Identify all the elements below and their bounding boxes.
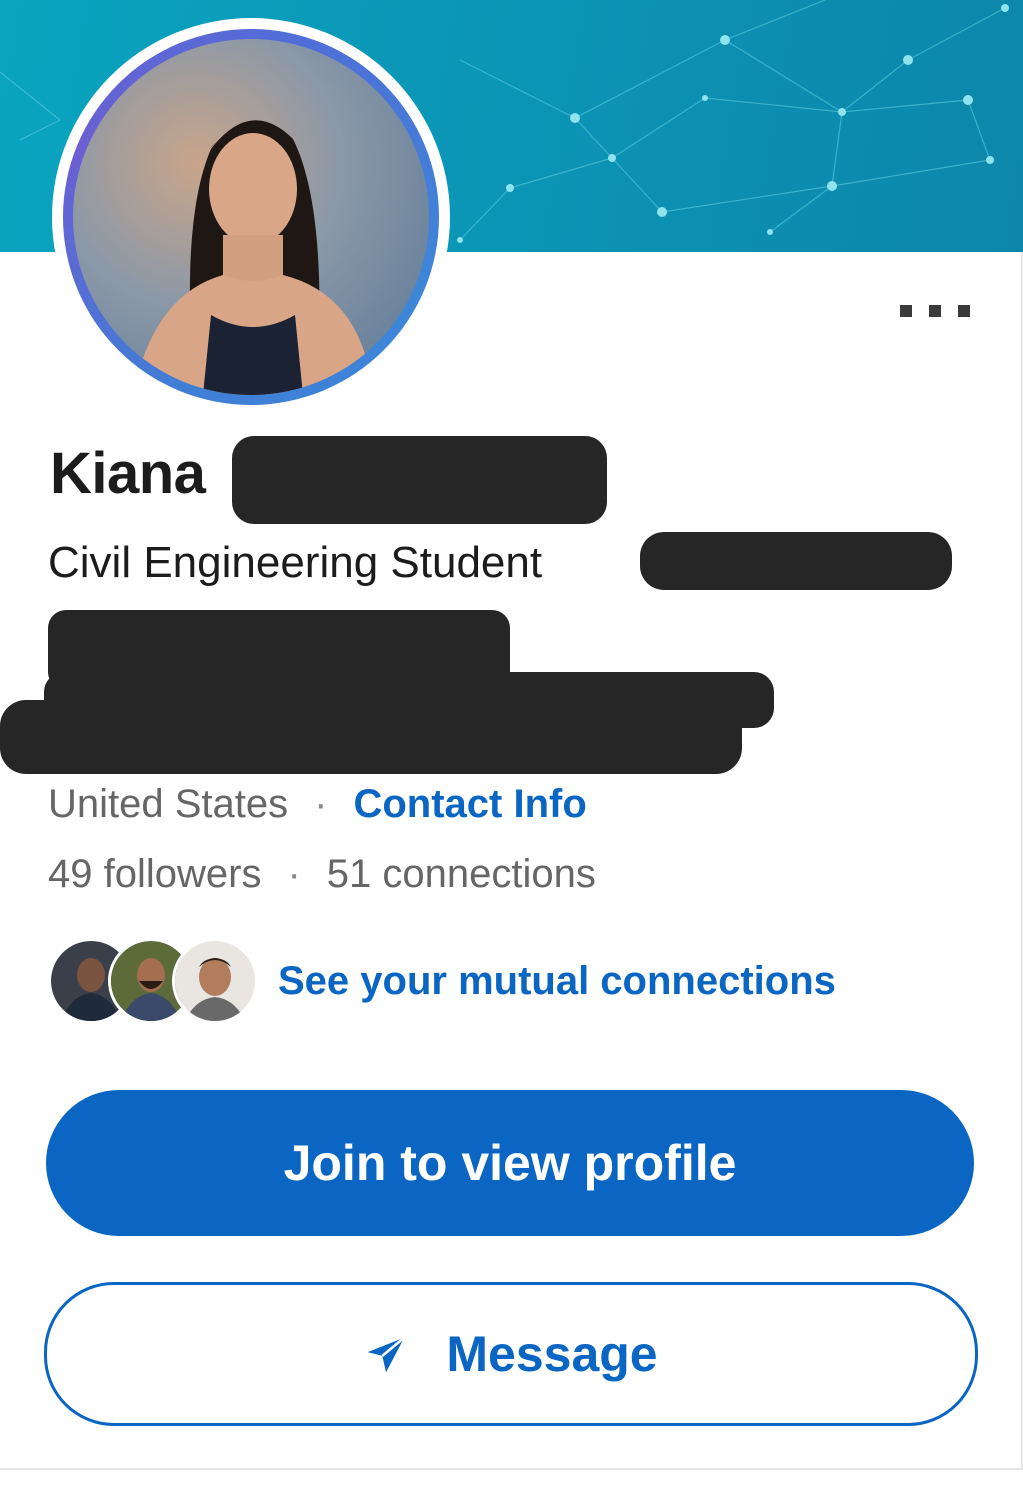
redaction-bar — [640, 532, 952, 590]
message-button[interactable]: Message — [44, 1282, 978, 1426]
avatar[interactable] — [73, 39, 429, 395]
location-text: United States — [48, 782, 289, 826]
more-options-icon[interactable] — [900, 300, 970, 322]
mutual-avatars — [48, 936, 258, 1026]
profile-headline: Civil Engineering Student — [48, 538, 543, 587]
contact-info-link[interactable]: Contact Info — [353, 782, 586, 827]
mutual-connections-row[interactable]: See your mutual connections — [48, 936, 836, 1026]
followers-count: 49 followers — [48, 852, 262, 896]
stats-row: 49 followers · 51 connections — [48, 852, 596, 897]
join-to-view-profile-button[interactable]: Join to view profile — [46, 1090, 974, 1236]
connections-count: 51 connections — [326, 852, 596, 896]
redaction-bar — [232, 436, 607, 524]
redaction-block — [0, 700, 742, 774]
separator-dot: · — [314, 782, 328, 826]
separator-dot: · — [287, 852, 301, 896]
mutual-avatar — [172, 938, 258, 1024]
join-button-label: Join to view profile — [283, 1135, 737, 1191]
profile-card: Kiana Civil Engineering Student United S… — [0, 0, 1023, 1470]
send-icon — [368, 1336, 406, 1373]
profile-name: Kiana — [50, 441, 206, 506]
location-row: United States · Contact Info — [48, 782, 587, 827]
mutual-connections-link[interactable]: See your mutual connections — [278, 959, 836, 1004]
message-button-label: Message — [446, 1326, 658, 1382]
